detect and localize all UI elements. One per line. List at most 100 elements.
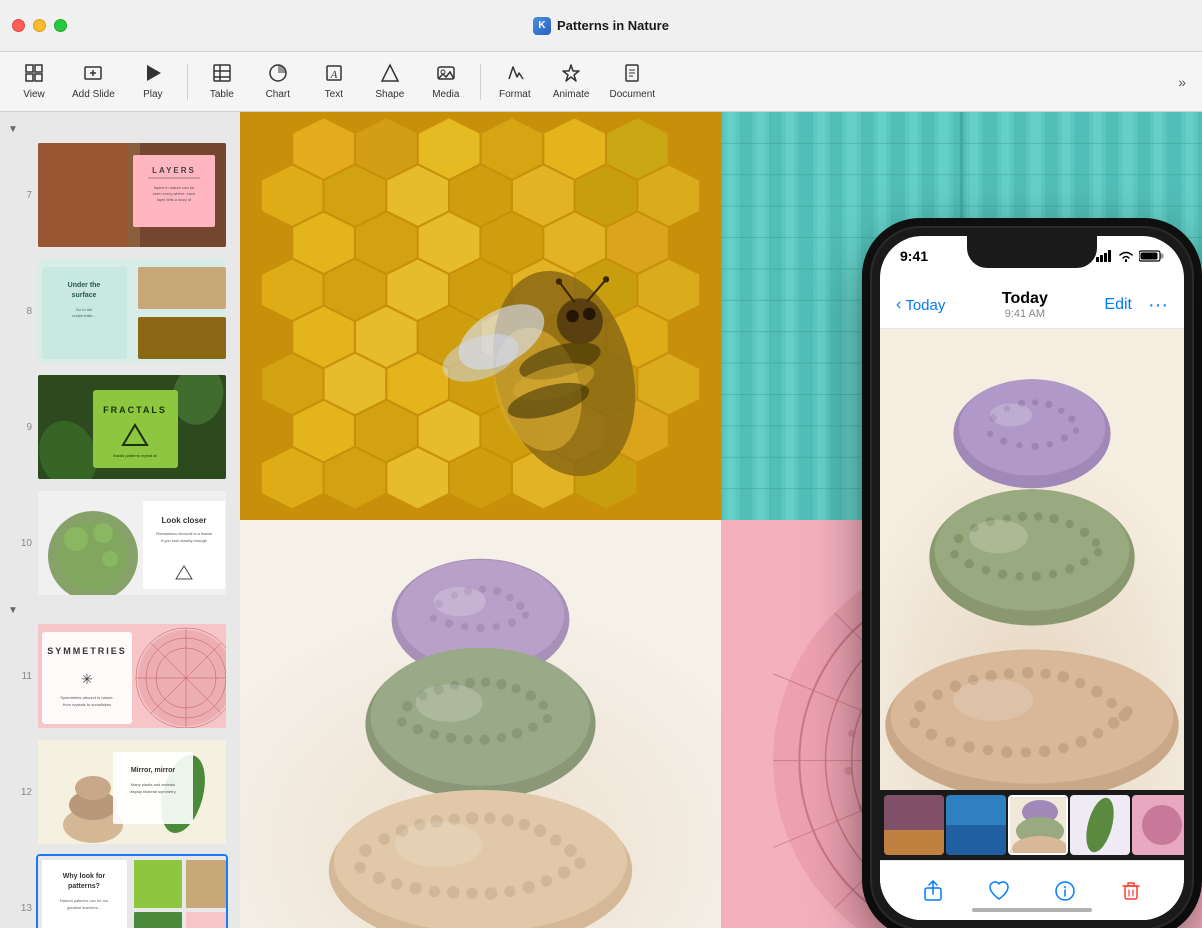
slide-cell-bee — [240, 112, 721, 520]
main-area: ▼ 7 LAYERS layers in nature can be seen … — [0, 112, 1202, 928]
text-icon: A — [324, 63, 344, 86]
photo-thumb-1[interactable] — [884, 795, 944, 855]
info-button[interactable] — [1054, 880, 1076, 902]
photos-app: ‹ Today Today 9:41 AM Edit ··· — [880, 282, 1184, 920]
slide-number-13: 13 — [8, 903, 32, 914]
table-icon — [212, 63, 232, 86]
slide-thumbnail-12[interactable]: Mirror, mirror Many plants and animals d… — [36, 738, 228, 846]
slide-row-7: 7 LAYERS layers in nature can be seen ev… — [0, 137, 240, 253]
toolbar-document[interactable]: Document — [602, 59, 664, 104]
svg-text:from crystals to snowflakes: from crystals to snowflakes — [63, 702, 111, 707]
slide-thumbnail-13[interactable]: Why look for patterns? Natural patterns … — [36, 854, 228, 928]
share-button[interactable] — [922, 880, 944, 902]
svg-text:Why look for: Why look for — [63, 873, 106, 880]
toolbar-shape[interactable]: Shape — [364, 59, 416, 104]
slide-group-11: ▼ — [0, 601, 240, 618]
toolbar-chart[interactable]: Chart — [252, 59, 304, 104]
close-button[interactable] — [12, 19, 25, 32]
slide-thumbnail-7[interactable]: LAYERS layers in nature can be seen ever… — [36, 141, 228, 249]
toolbar-text[interactable]: A Text — [308, 59, 360, 104]
slide-panel: ▼ 7 LAYERS layers in nature can be seen … — [0, 112, 240, 928]
toolbar-add-slide[interactable]: Add Slide — [64, 59, 123, 104]
svg-text:Under the: Under the — [68, 282, 101, 289]
slide-number-7: 7 — [8, 190, 32, 201]
photos-nav-bar: ‹ Today Today 9:41 AM Edit ··· — [880, 282, 1184, 329]
photos-edit-button[interactable]: Edit — [1104, 296, 1132, 314]
svg-text:greatest teachers...: greatest teachers... — [67, 905, 101, 910]
photos-nav-right: Edit ··· — [1104, 294, 1168, 317]
slide-thumbnail-8[interactable]: Under the surface Go to the underneath..… — [36, 257, 228, 365]
photo-thumb-2[interactable] — [946, 795, 1006, 855]
photos-thumbnail-strip — [880, 790, 1184, 860]
slide-number-11: 11 — [8, 671, 32, 682]
slide-thumbnail-10[interactable]: Look closer Romanesco broccoli is a frac… — [36, 489, 228, 597]
battery-icon — [1139, 250, 1164, 262]
app-icon: K — [533, 17, 551, 35]
slide-number-12: 12 — [8, 787, 32, 798]
svg-text:underneath...: underneath... — [72, 313, 96, 318]
maximize-button[interactable] — [54, 19, 67, 32]
svg-text:A: A — [329, 69, 337, 81]
svg-text:Symmetries abound in nature.: Symmetries abound in nature. — [60, 695, 113, 700]
favorite-button[interactable] — [988, 880, 1010, 902]
chevron-icon: ▼ — [8, 124, 22, 135]
slide-thumbnail-11[interactable]: SYMMETRIES ✳ Symmetries abound in nature… — [36, 622, 228, 730]
chevron-icon-11: ▼ — [8, 605, 22, 616]
toolbar-separator-1 — [187, 64, 188, 100]
toolbar-play[interactable]: Play — [127, 59, 179, 104]
signal-icon — [1096, 250, 1113, 262]
slide-cell-urchins — [240, 520, 721, 928]
toolbar-format[interactable]: Format — [489, 59, 541, 104]
svg-text:surface: surface — [72, 292, 97, 299]
minimize-button[interactable] — [33, 19, 46, 32]
shape-icon — [380, 63, 400, 86]
toolbar-table[interactable]: Table — [196, 59, 248, 104]
slide-row-9: 9 FRACTALS fractal patterns repeat at — [0, 369, 240, 485]
svg-text:LAYERS: LAYERS — [152, 166, 196, 175]
svg-text:display bilateral symmetry.: display bilateral symmetry. — [130, 789, 177, 794]
photos-date: Today — [1002, 290, 1048, 308]
toolbar-animate[interactable]: Animate — [545, 59, 598, 104]
title-bar: K Patterns in Nature — [0, 0, 1202, 52]
slide-number-10: 10 — [8, 538, 32, 549]
photos-back-button[interactable]: ‹ Today — [896, 296, 945, 314]
toolbar-media[interactable]: Media — [420, 59, 472, 104]
svg-text:Look closer: Look closer — [162, 516, 207, 525]
photos-more-button[interactable]: ··· — [1148, 294, 1168, 317]
delete-button[interactable] — [1120, 880, 1142, 902]
add-slide-icon — [83, 63, 103, 86]
svg-text:if you look closely enough: if you look closely enough — [161, 538, 207, 543]
svg-text:Mirror, mirror: Mirror, mirror — [131, 767, 176, 774]
svg-text:fractal patterns repeat at: fractal patterns repeat at — [113, 453, 157, 458]
canvas-area: 9:41 — [240, 112, 1202, 928]
status-icons — [1096, 248, 1164, 262]
format-icon — [505, 63, 525, 86]
toolbar-more-button[interactable]: » — [1170, 70, 1194, 94]
iphone-screen: 9:41 — [880, 236, 1184, 920]
slide-thumbnail-9[interactable]: FRACTALS fractal patterns repeat at — [36, 373, 228, 481]
photo-thumb-3[interactable] — [1008, 795, 1068, 855]
toolbar-view[interactable]: View — [8, 59, 60, 104]
svg-text:layers in nature can be: layers in nature can be — [154, 185, 195, 190]
toolbar-separator-2 — [480, 64, 481, 100]
svg-text:FRACTALS: FRACTALS — [103, 405, 167, 415]
svg-text:Romanesco broccoli is a fracta: Romanesco broccoli is a fractal — [156, 531, 212, 536]
photo-thumb-5[interactable] — [1132, 795, 1184, 855]
slide-row-11: 11 SYMMETRIES — [0, 618, 240, 734]
animate-icon — [561, 63, 581, 86]
svg-text:SYMMETRIES: SYMMETRIES — [47, 646, 127, 656]
slide-row-12: 12 Mirror, mirror Many plants and animal… — [0, 734, 240, 850]
slide-row-8: 8 Under the surface Go to the underneath… — [0, 253, 240, 369]
window-title: K Patterns in Nature — [533, 17, 669, 35]
home-indicator — [972, 908, 1092, 912]
media-icon — [436, 63, 456, 86]
traffic-lights — [12, 19, 67, 32]
svg-text:seen every where. each: seen every where. each — [153, 191, 195, 196]
slide-row-10: 10 Look closer Romanesco broccoli is a f… — [0, 485, 240, 601]
svg-text:Natural patterns can be our: Natural patterns can be our — [60, 898, 109, 903]
svg-text:✳: ✳ — [81, 671, 93, 687]
photo-thumb-4[interactable] — [1070, 795, 1130, 855]
slide-number-9: 9 — [8, 422, 32, 433]
play-icon — [143, 63, 163, 86]
svg-text:Go to the: Go to the — [76, 307, 93, 312]
